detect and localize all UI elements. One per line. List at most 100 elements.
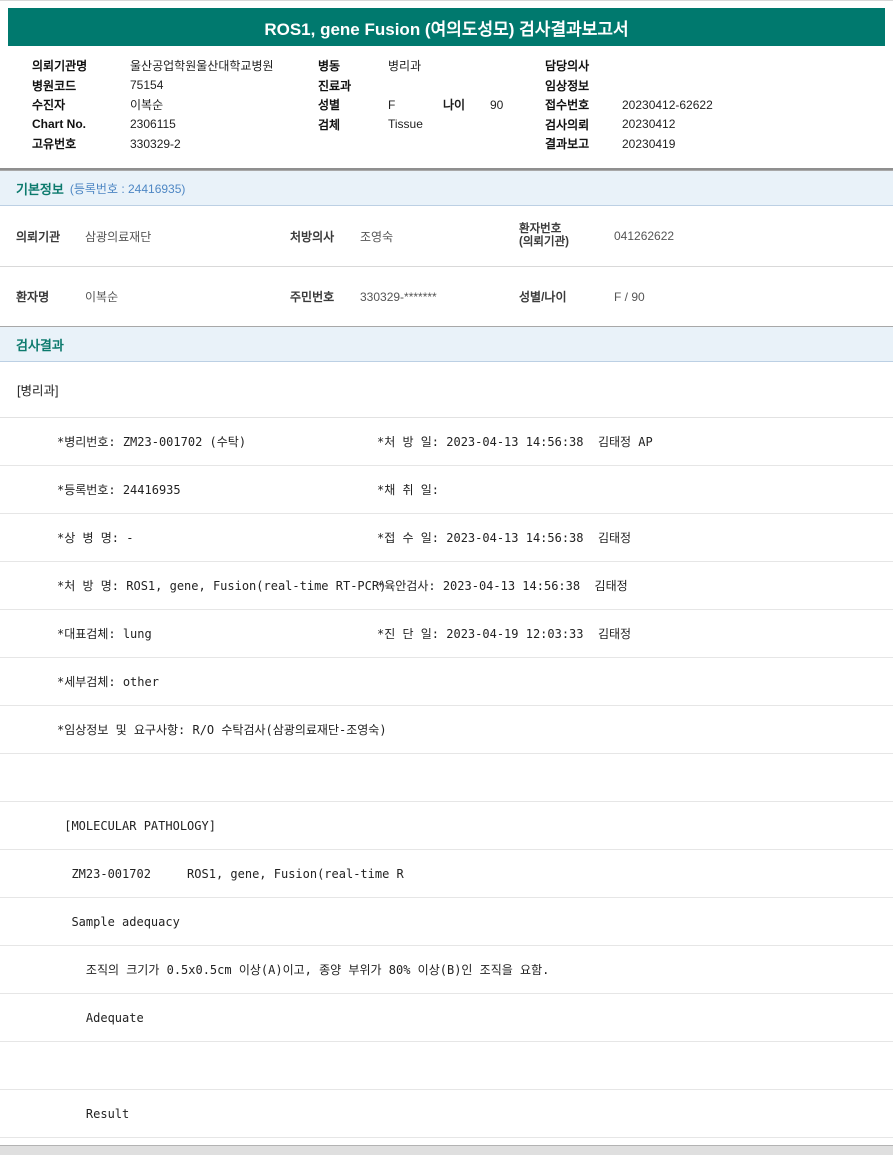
section-title: 기본정보 (16, 181, 64, 197)
header-field-row: 성별 F 나이 90 (318, 95, 545, 115)
header-field-row: 결과보고 20230419 (545, 134, 893, 154)
result-row: *상 병 명: - *접 수 일: 2023-04-13 14:56:38 김태정 (0, 514, 893, 562)
report-title-bar: ROS1, gene Fusion (여의도성모) 검사결과보고서 (8, 8, 885, 46)
field-value: F / 90 (614, 289, 645, 304)
result-text: Sample adequacy (57, 914, 180, 929)
info-field-resident-number: 주민번호 330329-******* (290, 288, 519, 305)
section-header-results: 검사결과 (0, 326, 893, 362)
field-value: 이복순 (130, 98, 164, 113)
result-left-text: *임상정보 및 요구사항: R/O 수탁검사(삼광의료재단-조영숙) (57, 723, 387, 737)
result-row: ZM23-001702 ROS1, gene, Fusion(real-time… (0, 850, 893, 898)
section-subtitle: (등록번호 : 24416935) (69, 181, 186, 196)
result-left-text: *병리번호: ZM23-001702 (수탁) (57, 435, 247, 449)
field-label: 고유번호 (32, 137, 77, 152)
basic-info-row: 환자명 이복순 주민번호 330329-******* 성별/나이 F / 90 (0, 266, 893, 326)
header-column-right: 담당의사 임상정보 접수번호 20230412-62622 검사의뢰 2023041… (545, 56, 893, 168)
result-text: ZM23-001702 ROS1, gene, Fusion(real-time… (57, 866, 404, 881)
field-value: 2306115 (130, 117, 176, 132)
department-label: [병리과] (0, 362, 893, 418)
info-field-sex-age: 성별/나이 F / 90 (519, 288, 893, 305)
field-label: 나이 (443, 98, 466, 113)
info-field-referring-org: 의뢰기관 삼광의료재단 (16, 228, 290, 245)
field-label: 의뢰기관 (16, 229, 61, 244)
header-field-row: 의뢰기관명 울산공업학원울산대학교병원 (32, 56, 318, 76)
result-row: Result (0, 1090, 893, 1138)
result-right-text: *처 방 일: 2023-04-13 14:56:38 김태정 AP (377, 435, 653, 449)
result-left-text: *등록번호: 24416935 (57, 483, 181, 497)
field-value: Tissue (388, 117, 423, 132)
field-label: 처방의사 (290, 229, 335, 244)
field-label: 성별/나이 (519, 290, 567, 304)
result-row: *등록번호: 24416935 *채 취 일: (0, 466, 893, 514)
result-row (0, 1042, 893, 1090)
field-label: 성별 (318, 98, 341, 113)
result-row (0, 754, 893, 802)
info-field-ordering-doctor: 처방의사 조영숙 (290, 228, 519, 245)
section-title: 검사결과 (16, 337, 64, 353)
result-left-text: *처 방 명: ROS1, gene, Fusion(real-time RT-… (57, 579, 387, 593)
report-page: ROS1, gene Fusion (여의도성모) 검사결과보고서 의뢰기관명 울… (0, 0, 893, 1155)
field-label-line2: (의뢰기관) (519, 236, 569, 248)
field-value: 울산공업학원울산대학교병원 (130, 59, 274, 74)
info-field-patient-number: 환자번호 (의뢰기관) 041262622 (519, 223, 893, 249)
result-right-text: *육안검사: 2023-04-13 14:56:38 김태정 (377, 579, 628, 593)
field-label: 수진자 (32, 98, 66, 113)
result-row: *처 방 명: ROS1, gene, Fusion(real-time RT-… (0, 562, 893, 610)
field-value: 조영숙 (360, 229, 394, 244)
field-label: 주민번호 (290, 290, 335, 304)
field-label: 담당의사 (545, 59, 590, 74)
result-right-text: *진 단 일: 2023-04-19 12:03:33 김태정 (377, 627, 632, 641)
result-row: 조직의 크기가 0.5x0.5cm 이상(A)이고, 종양 부위가 80% 이상… (0, 946, 893, 994)
header-field-row: 검체 Tissue (318, 115, 545, 135)
field-label: 임상정보 (545, 78, 590, 93)
field-label: 검체 (318, 117, 341, 132)
field-value: 041262622 (614, 229, 675, 243)
header-field-row: 검사의뢰 20230412 (545, 115, 893, 135)
result-text: [MOLECULAR PATHOLOGY] (57, 818, 216, 833)
field-value: 삼광의료재단 (85, 229, 152, 244)
basic-info-table: 의뢰기관 삼광의료재단 처방의사 조영숙 환자번호 (의뢰기관) 0412626… (0, 206, 893, 326)
field-label-line1: 환자번호 (519, 223, 562, 235)
field-label: 환자명 (16, 290, 50, 304)
result-row: [MOLECULAR PATHOLOGY] (0, 802, 893, 850)
field-label: Chart No. (32, 117, 86, 132)
result-row: *세부검체: other (0, 658, 893, 706)
header-field-row: 수진자 이복순 (32, 95, 318, 115)
field-value: 이복순 (85, 290, 119, 304)
result-right-text: *채 취 일: (377, 483, 440, 497)
header-column-left: 의뢰기관명 울산공업학원울산대학교병원 병원코드 75154 수진자 이복순 Char… (32, 56, 318, 168)
header-field-row: 담당의사 (545, 56, 893, 76)
field-value: F (388, 97, 396, 112)
result-text: Result (57, 1106, 130, 1121)
header-field-row: 병동 병리과 (318, 56, 545, 76)
field-value: 20230419 (622, 136, 676, 151)
result-row: Sample adequacy (0, 898, 893, 946)
field-label: 검사의뢰 (545, 117, 590, 132)
field-label: 접수번호 (545, 98, 590, 113)
field-value: 330329-2 (130, 136, 181, 151)
result-left-text: *상 병 명: - (57, 531, 134, 545)
result-row: *병리번호: ZM23-001702 (수탁) *처 방 일: 2023-04-1… (0, 418, 893, 466)
page-title: ROS1, gene Fusion (여의도성모) 검사결과보고서 (264, 19, 629, 39)
field-value: 330329-******* (360, 289, 437, 304)
header-field-row: 고유번호 330329-2 (32, 134, 318, 154)
field-label: 결과보고 (545, 137, 590, 152)
result-left-text: *대표검체: lung (57, 627, 152, 641)
field-value: 75154 (130, 78, 164, 93)
header-field-row: 진료과 (318, 76, 545, 96)
header-field-row: 접수번호 20230412-62622 (545, 95, 893, 115)
result-text: Adequate (57, 1010, 144, 1025)
page-bottom-edge (0, 1145, 893, 1155)
result-row: *대표검체: lung *진 단 일: 2023-04-19 12:03:33 김… (0, 610, 893, 658)
header-field-row: Chart No. 2306115 (32, 115, 318, 135)
result-rows: *병리번호: ZM23-001702 (수탁) *처 방 일: 2023-04-1… (0, 418, 893, 1138)
field-value: 병리과 (388, 59, 422, 74)
result-left-text: *세부검체: other (57, 675, 159, 689)
result-text: 조직의 크기가 0.5x0.5cm 이상(A)이고, 종양 부위가 80% 이상… (57, 963, 550, 977)
header-field-row: 임상정보 (545, 76, 893, 96)
field-value: 90 (490, 97, 504, 112)
field-value: 20230412-62622 (622, 97, 713, 112)
info-field-patient-name: 환자명 이복순 (16, 288, 290, 305)
result-row: Adequate (0, 994, 893, 1042)
field-label: 병원코드 (32, 78, 77, 93)
